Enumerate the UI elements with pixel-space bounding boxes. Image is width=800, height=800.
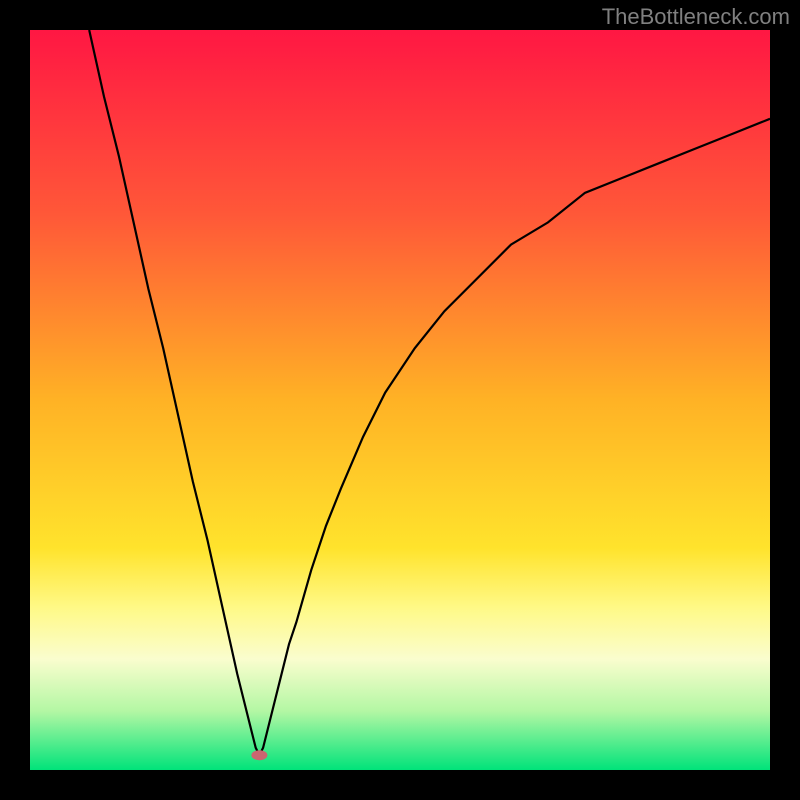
gradient-background <box>30 30 770 770</box>
plot-area <box>30 30 770 770</box>
chart-svg <box>30 30 770 770</box>
watermark-text: TheBottleneck.com <box>602 4 790 30</box>
chart-container: TheBottleneck.com <box>0 0 800 800</box>
sweet-spot-marker <box>251 750 267 760</box>
